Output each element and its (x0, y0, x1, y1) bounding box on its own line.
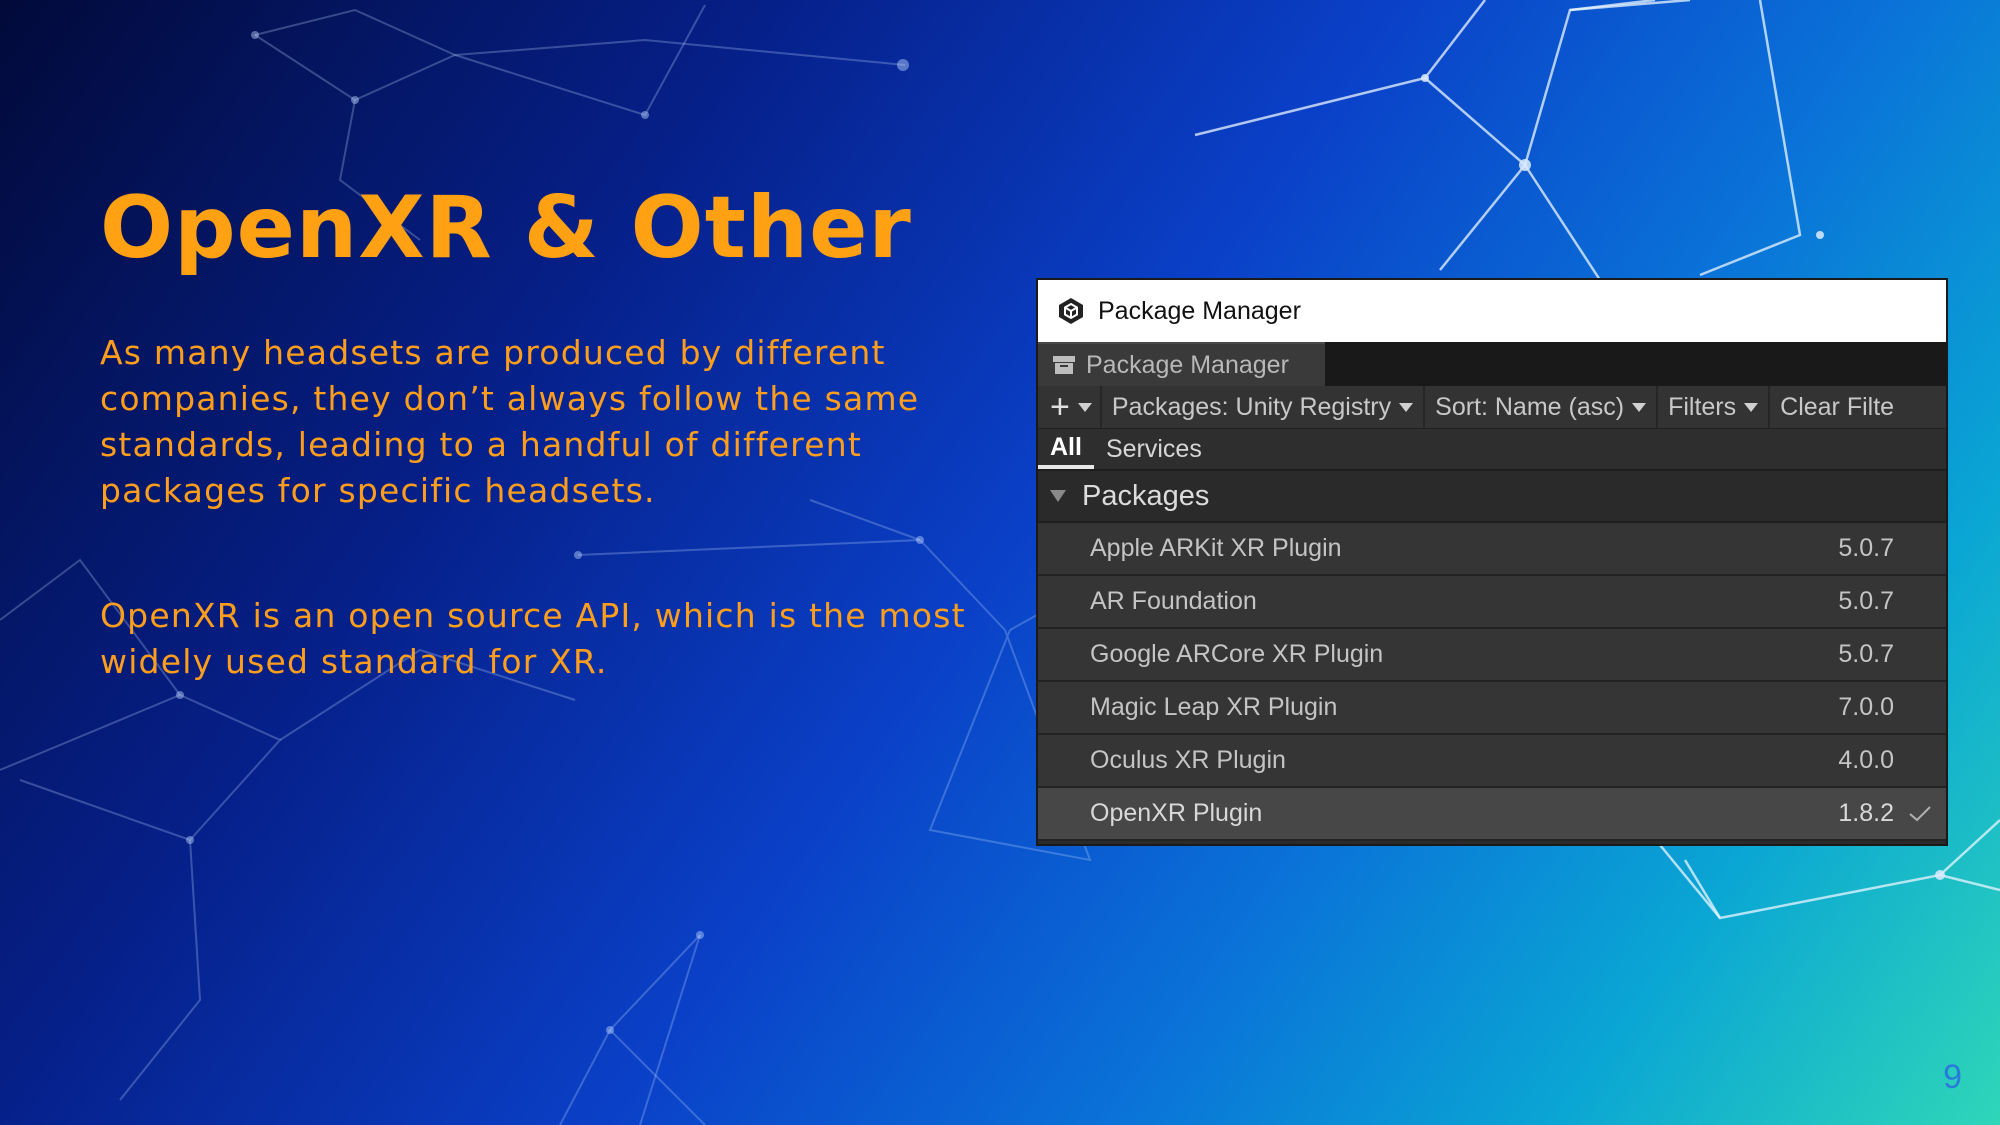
packages-group-header[interactable]: Packages (1038, 471, 1946, 523)
installed-check-icon (1909, 805, 1931, 821)
sort-dropdown[interactable]: Sort: Name (asc) (1425, 386, 1659, 428)
clear-filters-label: Clear Filte (1780, 392, 1895, 421)
package-version: 5.0.7 (1838, 640, 1894, 668)
openxr-paragraph: OpenXR is an open source API, which is t… (100, 596, 966, 681)
packages-dropdown-label: Packages: Unity Registry (1111, 392, 1392, 421)
tab-label: Package Manager (1086, 350, 1289, 379)
package-name: Google ARCore XR Plugin (1090, 640, 1384, 668)
package-box-icon (1053, 356, 1075, 374)
package-row[interactable]: Magic Leap XR Plugin 7.0.0 (1038, 682, 1946, 735)
unity-logo-icon (1059, 298, 1083, 324)
window-title: Package Manager (1098, 296, 1301, 325)
package-name: AR Foundation (1090, 587, 1257, 615)
collapse-triangle-icon (1050, 490, 1066, 502)
group-label: Packages (1082, 479, 1210, 512)
package-name: Oculus XR Plugin (1090, 746, 1286, 774)
subtab-all[interactable]: All (1038, 429, 1094, 469)
package-manager-window: Package Manager Package Manager + Packag… (1036, 278, 1948, 846)
add-package-button[interactable]: + (1038, 386, 1102, 428)
intro-paragraph: As many headsets are produced by differe… (100, 333, 920, 510)
slide-title: OpenXR & Other (100, 178, 912, 278)
package-row[interactable]: Oculus XR Plugin 4.0.0 (1038, 735, 1946, 788)
package-name: Magic Leap XR Plugin (1090, 693, 1338, 721)
toolbar: + Packages: Unity Registry Sort: Name (a… (1038, 386, 1946, 429)
package-row[interactable]: Google ARCore XR Plugin 5.0.7 (1038, 629, 1946, 682)
tab-package-manager[interactable]: Package Manager (1038, 342, 1325, 386)
package-name: Apple ARKit XR Plugin (1090, 534, 1342, 562)
chevron-down-icon (1632, 402, 1647, 412)
page-number: 9 (1943, 1058, 1962, 1096)
package-version: 5.0.7 (1838, 587, 1894, 615)
packages-registry-dropdown[interactable]: Packages: Unity Registry (1102, 386, 1426, 428)
package-name: OpenXR Plugin (1090, 799, 1263, 827)
package-row[interactable]: Apple ARKit XR Plugin 5.0.7 (1038, 523, 1946, 576)
subtabs: All Services (1038, 429, 1946, 471)
subtab-services[interactable]: Services (1094, 429, 1214, 469)
clear-filters-button[interactable]: Clear Filte (1770, 386, 1904, 428)
package-list: Apple ARKit XR Plugin 5.0.7 AR Foundatio… (1038, 523, 1946, 841)
sort-dropdown-label: Sort: Name (asc) (1435, 392, 1625, 421)
package-version: 1.8.2 (1838, 799, 1894, 827)
filters-dropdown[interactable]: Filters (1658, 386, 1771, 428)
chevron-down-icon (1399, 402, 1414, 412)
chevron-down-icon (1744, 402, 1759, 412)
package-row[interactable]: AR Foundation 5.0.7 (1038, 576, 1946, 629)
package-version: 5.0.7 (1838, 534, 1894, 562)
package-version: 4.0.0 (1838, 746, 1894, 774)
plus-icon: + (1050, 387, 1070, 426)
window-titlebar[interactable]: Package Manager (1038, 280, 1946, 342)
editor-tabstrip: Package Manager (1038, 342, 1946, 386)
package-version: 7.0.0 (1838, 693, 1894, 721)
filters-dropdown-label: Filters (1668, 392, 1737, 421)
chevron-down-icon (1077, 402, 1092, 412)
package-row-selected[interactable]: OpenXR Plugin 1.8.2 (1038, 788, 1946, 841)
